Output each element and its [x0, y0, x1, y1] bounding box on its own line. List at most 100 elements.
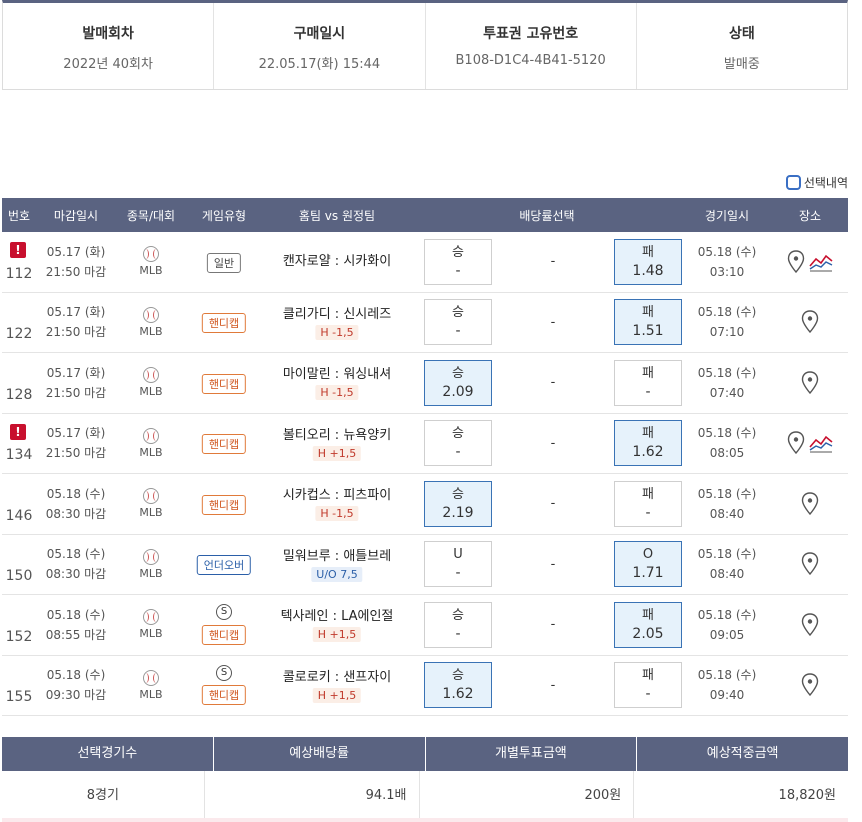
- summary-header: 선택경기수 예상배당률 개별투표금액 예상적중금액: [2, 737, 848, 771]
- league-name: MLB: [139, 385, 163, 399]
- odds-draw: -: [550, 617, 556, 633]
- place-cell: [772, 310, 848, 334]
- odds-left-button[interactable]: 승 1.62: [424, 662, 492, 709]
- odds-left-label: 승: [452, 668, 464, 684]
- location-pin-icon[interactable]: [801, 492, 819, 516]
- handicap-line: H -1,5: [315, 506, 359, 521]
- odds-left-label: 승: [452, 607, 464, 623]
- match-cell: 클리가디 : 신시레즈 H -1,5: [262, 293, 412, 353]
- info-round-label: 발매회차: [82, 26, 134, 42]
- odds-right-button[interactable]: 패-: [614, 359, 682, 406]
- game-date: 05.18 (수): [697, 426, 757, 441]
- odds-left-label: 승: [452, 365, 464, 381]
- match-teams: 텍사레인 : LA에인절: [280, 609, 394, 624]
- location-pin-icon[interactable]: [801, 613, 819, 637]
- game-number: 150: [5, 568, 33, 584]
- odds-right-button[interactable]: 패-: [614, 662, 682, 709]
- odds-right-value: 1.48: [632, 262, 664, 279]
- match-teams: 볼티오리 : 뉴욕양키: [282, 427, 392, 443]
- game-number: 122: [5, 326, 33, 342]
- sport-cell: MLB: [116, 669, 186, 701]
- odds-left-button[interactable]: 승-: [424, 238, 492, 285]
- game-number: 128: [5, 386, 33, 403]
- odds-right-button[interactable]: 패 1.62: [614, 420, 682, 467]
- game-number-cell: 150: [2, 535, 36, 595]
- odds-left-label: 승: [452, 486, 464, 502]
- odds-left-label: 승: [452, 244, 464, 260]
- location-pin-icon[interactable]: [801, 673, 819, 697]
- game-date: 05.18 (수): [697, 547, 757, 562]
- odds-left-label: 승: [452, 305, 464, 321]
- deadline-date: 05.18 (수): [46, 668, 106, 683]
- game-date-cell: 05.18 (수) 09:05: [682, 605, 772, 645]
- match-teams: 마이말린 : 워싱내셔: [282, 367, 392, 382]
- location-pin-icon[interactable]: [801, 552, 819, 576]
- game-time: 08:05: [709, 446, 745, 461]
- match-teams: 시카컵스 : 피츠파이: [282, 488, 392, 503]
- selection-checkbox[interactable]: [785, 175, 801, 190]
- selection-toggle-label: 선택내역: [803, 176, 848, 190]
- place-cell: [772, 673, 848, 697]
- odds-left-button[interactable]: 승 2.09: [424, 359, 492, 406]
- baseball-icon: [143, 488, 159, 505]
- odds-chart-icon[interactable]: [809, 252, 833, 272]
- summary-stake: 200원: [419, 771, 635, 821]
- deadline-date: 05.18 (수): [46, 547, 106, 562]
- odds-left-value: 2.09: [442, 383, 474, 400]
- summary-payout: 18,820원: [634, 771, 848, 821]
- odds-right-label: 패: [642, 668, 654, 684]
- odds-right-button[interactable]: 패 1.48: [614, 238, 682, 285]
- summary-body: 8경기 94.1배 200원 18,820원: [2, 771, 848, 821]
- odds-left-value: -: [455, 625, 461, 642]
- game-type-cell: S 핸디캡: [186, 595, 262, 655]
- special-mark-icon: S: [216, 604, 232, 620]
- game-type-tag: 일반: [206, 252, 242, 273]
- col-header-match: 홈팀 vs 원정팀: [298, 208, 376, 223]
- match-cell: 볼티오리 : 뉴욕양키 H +1,5: [262, 414, 412, 474]
- odds-left-button[interactable]: 승 2.19: [424, 480, 492, 527]
- handicap-line: H +1,5: [312, 687, 362, 703]
- location-pin-icon[interactable]: [801, 371, 819, 395]
- selection-toggle[interactable]: 선택내역: [785, 174, 848, 191]
- handicap-line: H +1,5: [312, 445, 362, 461]
- odds-cell: 승 2.09- 패 -: [412, 359, 682, 406]
- game-date-cell: 05.18 (수) 07:10: [682, 302, 772, 342]
- deadline-cell: 05.17 (화) 21:50 마감: [36, 242, 116, 282]
- info-round: 발매회차 2022년 40회차: [3, 3, 215, 89]
- game-type-tag: 언더오버: [196, 555, 252, 575]
- location-pin-icon[interactable]: [787, 431, 805, 455]
- game-date: 05.18 (수): [697, 668, 757, 683]
- odds-left-button[interactable]: 승-: [424, 299, 492, 346]
- location-pin-icon[interactable]: [801, 310, 819, 334]
- odds-left-button[interactable]: 승-: [424, 601, 492, 648]
- odds-right-button[interactable]: 패 2.05: [614, 601, 682, 648]
- game-type-cell: 언더오버: [186, 535, 262, 595]
- game-table-body: ! 112 05.17 (화) 21:50 마감 MLB 일반 캔자로얄 : 시카화이 승 - -…: [2, 232, 848, 716]
- deadline-cell: 05.18 (수) 08:55 마감: [36, 605, 116, 645]
- deadline-date: 05.17 (화): [46, 365, 106, 380]
- deadline-date: 05.17 (화): [46, 426, 106, 441]
- match-teams: 밀워브루 : 애틀브레: [282, 548, 392, 564]
- table-row: ! 112 05.17 (화) 21:50 마감 MLB 일반 캔자로얄 : 시카화이 승 - -…: [2, 232, 848, 293]
- game-time: 09:05: [709, 627, 745, 642]
- odds-left-button[interactable]: U-: [424, 541, 492, 588]
- game-time: 08:40: [709, 506, 745, 521]
- odds-left-value: 1.62: [442, 686, 474, 703]
- table-row: 128 05.17 (화) 21:50 마감 MLB 핸디캡 마이말린 : 워싱내셔 H -…: [2, 353, 848, 414]
- match-cell: 밀워브루 : 애틀브레 U/O 7,5: [262, 535, 412, 595]
- odds-chart-icon[interactable]: [809, 433, 833, 453]
- deadline-time: 09:30 마감: [45, 688, 107, 703]
- deadline-time: 21:50 마감: [45, 264, 107, 279]
- odds-left-button[interactable]: 승-: [424, 420, 492, 467]
- location-pin-icon[interactable]: [787, 250, 805, 274]
- league-name: MLB: [139, 445, 163, 459]
- deadline-time: 08:55 마감: [45, 627, 107, 642]
- odds-left-label: 승: [452, 426, 464, 442]
- odds-right-value: -: [645, 686, 651, 703]
- odds-right-button[interactable]: 패 1.51: [614, 299, 682, 346]
- col-header-odds: 배당률선택: [519, 208, 575, 223]
- info-status: 상태 발매중: [637, 3, 847, 89]
- odds-right-button[interactable]: O 1.71: [614, 541, 682, 588]
- odds-right-button[interactable]: 패-: [614, 480, 682, 527]
- deadline-cell: 05.17 (화) 21:50 마감: [36, 423, 116, 463]
